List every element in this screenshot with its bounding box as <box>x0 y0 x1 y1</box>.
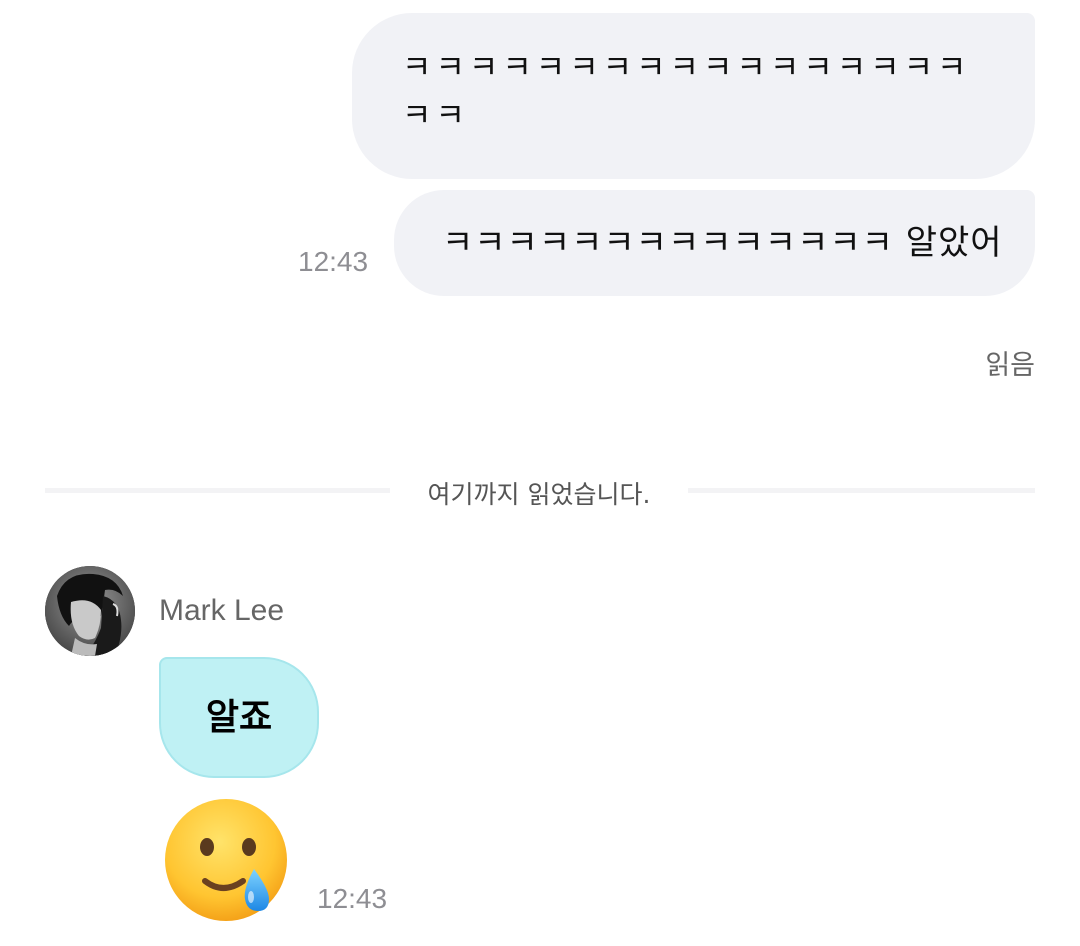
message-text: ㅋㅋㅋㅋㅋㅋㅋㅋㅋㅋㅋㅋㅋㅋ 알았어 <box>442 223 1003 263</box>
message-timestamp: 12:43 <box>298 246 369 277</box>
message-timestamp: 12:43 <box>317 883 388 914</box>
message-text: ㅋㅋㅋㅋㅋㅋㅋㅋㅋㅋㅋㅋㅋㅋㅋㅋㅋㅋㅋ <box>402 48 971 134</box>
divider-line <box>688 488 1035 493</box>
smiling-face-with-tear-icon[interactable] <box>163 797 289 923</box>
divider-line <box>45 488 390 493</box>
message-text: 알죠 <box>205 697 273 738</box>
avatar[interactable] <box>45 566 135 656</box>
outgoing-message-bubble[interactable]: ㅋㅋㅋㅋㅋㅋㅋㅋㅋㅋㅋㅋㅋㅋ 알았어 <box>394 190 1035 296</box>
read-marker-label: 여기까지 읽었습니다. <box>427 480 651 509</box>
sender-name[interactable]: Mark Lee <box>159 594 284 628</box>
incoming-message-bubble[interactable]: 알죠 <box>159 657 319 778</box>
outgoing-message-bubble[interactable]: ㅋㅋㅋㅋㅋㅋㅋㅋㅋㅋㅋㅋㅋㅋㅋㅋㅋㅋㅋ <box>352 13 1035 179</box>
smiling-face-with-tear-icon <box>165 799 287 921</box>
read-status: 읽음 <box>985 350 1035 381</box>
avatar-photo <box>45 566 135 656</box>
